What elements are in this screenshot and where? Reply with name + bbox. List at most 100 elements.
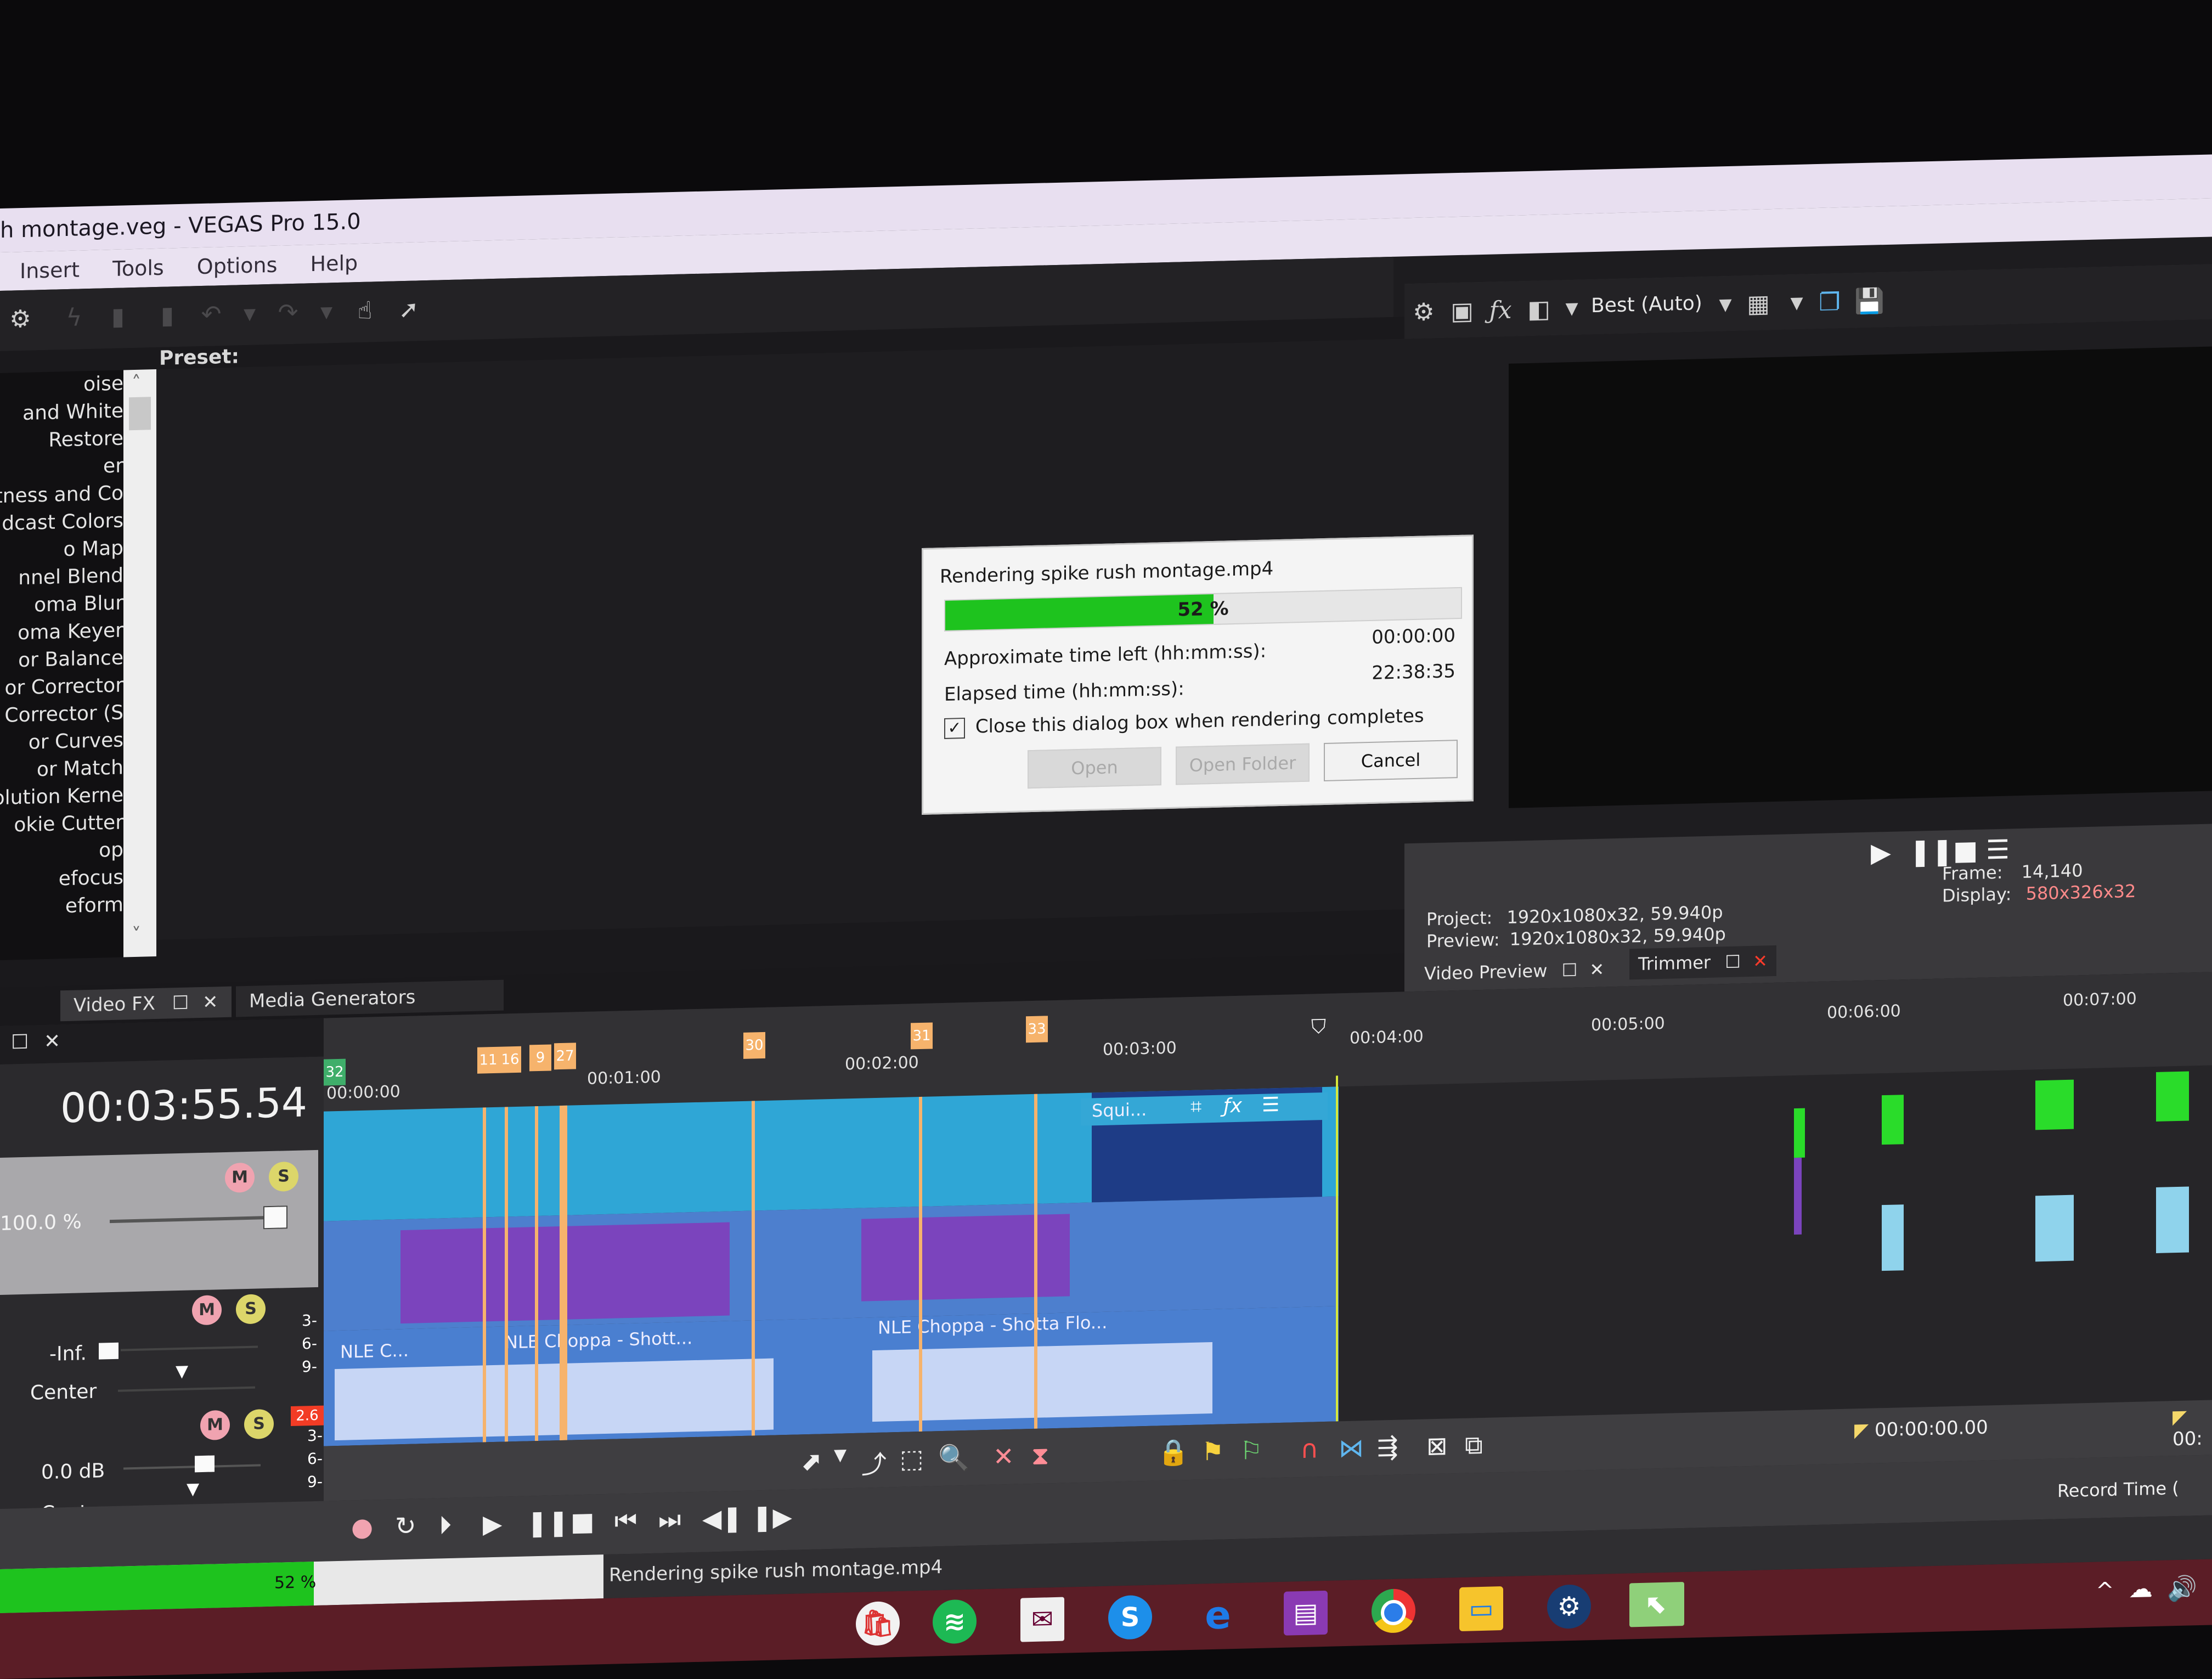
auto-crossfade-icon[interactable]: ⋈ [1339,1433,1364,1463]
clip-fragment[interactable] [2035,1195,2074,1262]
fx-item[interactable]: eform [0,892,123,922]
undo-dropdown-icon[interactable]: ▾ [236,300,263,328]
winrar-icon[interactable]: ▤ [1284,1590,1328,1636]
fx-item[interactable]: or Corrector (S [0,700,123,730]
pan-slider[interactable] [118,1386,255,1392]
external-monitor-icon[interactable]: ▣ [1448,297,1476,325]
onedrive-cloud-icon[interactable]: ☁ [2129,1575,2153,1603]
copy-icon[interactable]: ▮ [104,302,132,331]
undock-icon[interactable]: ☐ [1562,960,1578,981]
fx-item[interactable]: nvolution Kerne [0,782,123,812]
stop-icon[interactable]: ■ [571,1507,594,1537]
pan-thumb-icon[interactable]: ▼ [176,1362,188,1382]
close-icon[interactable]: ✕ [44,1030,60,1053]
clip-menu-icon[interactable]: ☰ [1262,1094,1279,1117]
scroll-thumb[interactable] [129,397,151,431]
gear-icon[interactable]: ⚙ [1410,298,1437,326]
scroll-down-icon[interactable]: ˅ [132,924,141,946]
fx-item[interactable]: okie Cutter [0,809,123,840]
fx-item[interactable]: and White [0,398,123,428]
pause-icon[interactable]: ❚❚ [1909,836,1953,867]
mute-button[interactable]: M [225,1162,255,1193]
split-screen-icon[interactable]: ◧ [1525,295,1553,324]
snapping-icon[interactable]: ∩ [1300,1434,1319,1464]
level-slider-thumb[interactable] [263,1205,287,1230]
redo-dropdown-icon[interactable]: ▾ [313,297,340,326]
clip-fragment[interactable] [2156,1071,2189,1122]
close-icon[interactable]: ✕ [202,991,218,1013]
cancel-button[interactable]: Cancel [1324,740,1458,782]
show-hidden-icons-chevron[interactable]: ^ [2096,1578,2114,1604]
store-icon[interactable]: 🛍 [856,1601,900,1646]
lock-envelopes-icon[interactable]: ⊠ [1426,1431,1448,1461]
ignore-grouping-icon[interactable]: ⧉ [1465,1430,1483,1461]
track-area[interactable]: Squi... ⌗ ƒx ☰ NLE C... NLE Choppa - Sho… [324,1075,1339,1446]
go-to-start-icon[interactable]: ⏮ [614,1506,637,1537]
audio-clip-purple[interactable] [861,1214,1070,1301]
previous-frame-icon[interactable]: ◀❚ [702,1503,743,1534]
region-marker[interactable]: 32 [324,1058,346,1086]
fx-item[interactable]: oma Keyer [0,617,123,647]
fx-item[interactable]: oise [0,370,123,401]
menu-options[interactable]: Options [197,253,278,279]
save-snapshot-icon[interactable]: 💾 [1854,287,1884,315]
play-icon[interactable]: ▶ [483,1509,502,1539]
chevron-down-icon[interactable]: ▼ [1558,295,1585,323]
fx-item[interactable]: or Match [0,754,123,785]
loop-icon[interactable]: ↻ [395,1511,416,1541]
volume-icon[interactable]: 🔊 [2167,1574,2197,1603]
redo-icon[interactable]: ↷ [274,298,302,327]
lock-icon[interactable]: 🔒 [1158,1437,1189,1468]
undock-icon[interactable]: ☐ [172,992,189,1015]
solo-button[interactable]: S [269,1161,298,1192]
close-icon[interactable]: ✕ [1589,959,1604,981]
empty-track-area[interactable] [1339,1065,2212,1422]
play-icon[interactable]: ▶ [1871,837,1891,869]
timeline-marker[interactable]: 27 [554,1043,576,1070]
volume-slider-thumb[interactable] [99,1342,119,1360]
volume-slider[interactable] [123,1464,261,1470]
next-frame-icon[interactable]: ❚▶ [752,1502,792,1532]
ripple-edit-icon[interactable]: ⇶ [1377,1432,1398,1462]
timeline-marker[interactable]: 30 [743,1032,765,1059]
fx-item[interactable]: or Balance [0,645,123,675]
help-pointer-icon[interactable]: ➚ [395,295,422,324]
mail-icon[interactable]: ✉ [1020,1597,1064,1642]
lightning-icon[interactable]: ϟ [60,303,88,332]
timeline-marker[interactable]: 33 [1026,1016,1048,1043]
checkbox[interactable]: ✓ [944,717,965,739]
timeline-marker[interactable]: 11 [477,1046,499,1074]
timeline-marker[interactable]: 31 [911,1022,933,1050]
clip-fragment[interactable] [1794,1157,1802,1235]
open-button[interactable]: Open [1028,747,1161,789]
audio-clip-name[interactable]: NLE C... [340,1340,409,1362]
close-on-complete-option[interactable]: ✓ Close this dialog box when rendering c… [944,705,1424,739]
go-to-end-icon[interactable]: ⏭ [658,1505,681,1536]
fx-item[interactable]: o Map [0,535,123,565]
normal-edit-tool-icon[interactable]: ⬈ [801,1446,822,1476]
menu-help[interactable]: Help [311,251,358,276]
trim-icon[interactable]: ⧗ [1031,1440,1049,1472]
file-explorer-icon[interactable]: ▭ [1459,1586,1503,1631]
tab-video-fx[interactable]: Video FX ☐ ✕ [60,986,232,1022]
mute-button[interactable]: M [192,1295,222,1326]
chevron-down-icon[interactable]: ▼ [1783,289,1810,317]
quality-dropdown[interactable]: Best (Auto) [1591,292,1702,317]
fx-icon[interactable]: ƒx [1223,1095,1242,1118]
envelope-tool-icon[interactable]: ⤴ [861,1445,887,1481]
fx-item[interactable]: tness and Co [0,480,123,510]
zoom-tool-icon[interactable]: 🔍 [938,1443,969,1473]
skype-icon[interactable]: S [1108,1595,1152,1640]
close-icon[interactable]: ✕ [1753,950,1768,972]
crop-icon[interactable]: ⌗ [1190,1095,1201,1118]
clip-fragment[interactable] [2156,1186,2189,1253]
gear-icon[interactable]: ⚙ [7,305,34,334]
chevron-down-icon[interactable]: ▼ [834,1445,847,1465]
mute-button[interactable]: M [200,1410,230,1441]
fx-item[interactable]: oma Blur [0,590,123,620]
fx-item[interactable]: dcast Colors [0,508,123,538]
undock-icon[interactable]: ☐ [11,1031,29,1054]
vegas-pro-taskbar-icon[interactable]: ⬉ [1629,1581,1684,1627]
fx-item[interactable]: efocus [0,864,123,894]
delete-icon[interactable]: ✕ [993,1441,1014,1472]
